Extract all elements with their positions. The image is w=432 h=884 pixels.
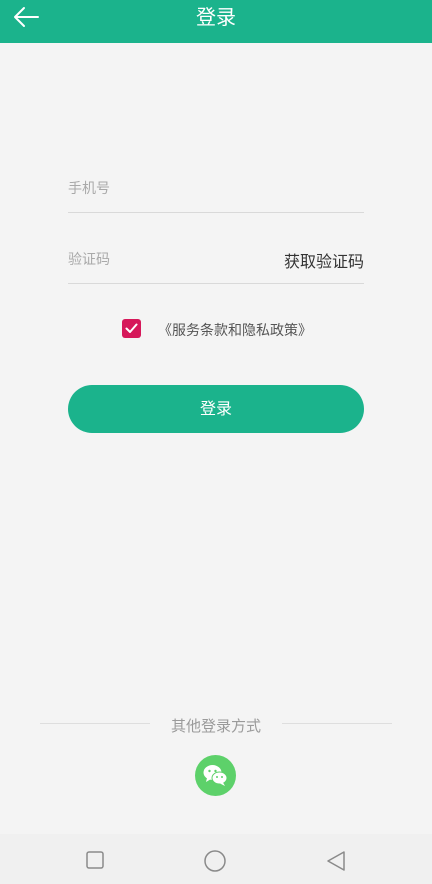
verification-code-field: 获取验证码	[68, 245, 364, 284]
divider-line-right	[282, 723, 392, 724]
triangle-back-icon	[327, 851, 345, 871]
home-button[interactable]	[204, 850, 226, 876]
wechat-icon	[203, 765, 228, 786]
square-icon	[86, 851, 104, 869]
verification-code-input[interactable]	[68, 245, 248, 275]
system-back-button[interactable]	[326, 851, 346, 875]
phone-input[interactable]	[68, 174, 248, 204]
circle-icon	[204, 850, 226, 872]
agreement-checkbox[interactable]	[122, 319, 141, 338]
app-header: 登录	[0, 0, 432, 43]
phone-field	[68, 174, 364, 213]
page-title: 登录	[196, 5, 236, 29]
wechat-login-button[interactable]	[195, 755, 236, 796]
checkmark-icon	[125, 323, 138, 333]
login-button[interactable]: 登录	[68, 385, 364, 433]
other-login-label: 其他登录方式	[170, 717, 261, 735]
agreement-link[interactable]: 《服务条款和隐私政策》	[158, 320, 312, 340]
recents-button[interactable]	[86, 851, 104, 873]
system-navigation-bar	[0, 834, 432, 884]
get-code-button[interactable]: 获取验证码	[284, 248, 364, 272]
other-login-divider: 其他登录方式	[40, 713, 392, 735]
